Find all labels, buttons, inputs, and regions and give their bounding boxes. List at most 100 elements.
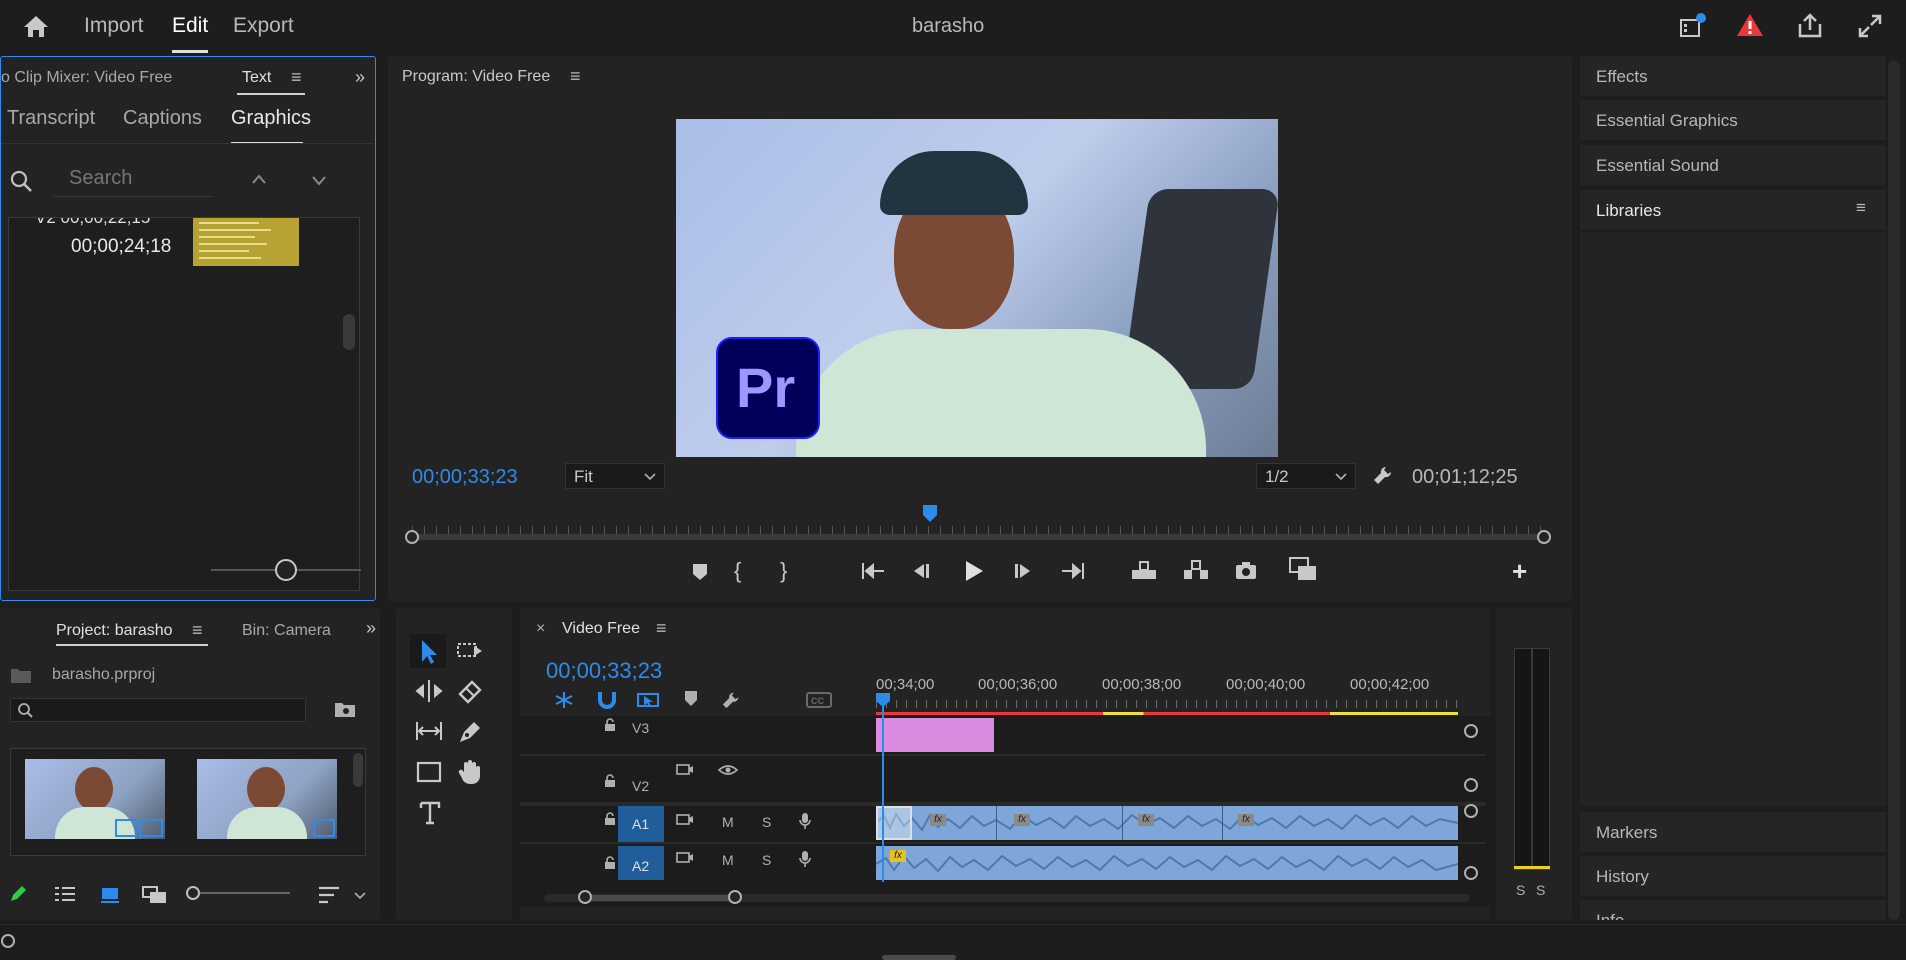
- track-label-v3[interactable]: V3: [632, 720, 649, 736]
- clip-thumbnail[interactable]: [197, 759, 337, 839]
- lift-icon[interactable]: [1130, 558, 1158, 582]
- zoom-slider-handle[interactable]: [275, 559, 297, 581]
- solo-right-button[interactable]: S: [1536, 882, 1545, 898]
- lock-icon[interactable]: [604, 812, 616, 826]
- add-marker-icon[interactable]: [684, 690, 698, 708]
- lock-icon[interactable]: [604, 774, 616, 788]
- slip-tool-icon[interactable]: [414, 718, 444, 744]
- status-icon[interactable]: [0, 933, 16, 949]
- sequence-tab[interactable]: Video Free: [562, 620, 640, 638]
- panel-history[interactable]: History: [1580, 856, 1886, 896]
- ruler-ticks[interactable]: [876, 700, 1458, 708]
- resolution-dropdown[interactable]: 1/2: [1256, 463, 1356, 489]
- warning-icon[interactable]: [1736, 12, 1764, 38]
- tab-edit[interactable]: Edit: [172, 14, 208, 38]
- panel-tab-clip-mixer[interactable]: o Clip Mixer: Video Free: [1, 69, 172, 87]
- captions-icon[interactable]: CC: [806, 692, 832, 708]
- list-view-icon[interactable]: [54, 886, 76, 902]
- search-input[interactable]: [53, 161, 213, 197]
- home-icon[interactable]: [22, 14, 50, 38]
- tab-export[interactable]: Export: [233, 14, 294, 38]
- nest-icon[interactable]: [552, 690, 576, 710]
- tab-graphics[interactable]: Graphics: [231, 107, 311, 130]
- fullscreen-icon[interactable]: [1856, 12, 1884, 40]
- hand-tool-icon[interactable]: [456, 758, 484, 786]
- panel-effects[interactable]: Effects: [1580, 56, 1886, 96]
- track-label-v2[interactable]: V2: [632, 778, 649, 794]
- freeform-view-icon[interactable]: [142, 886, 168, 904]
- eye-icon[interactable]: [718, 764, 738, 776]
- mark-out-icon[interactable]: }: [780, 558, 787, 584]
- mute-button[interactable]: M: [722, 814, 734, 830]
- panel-markers[interactable]: Markers: [1580, 812, 1886, 852]
- panel-overflow-icon[interactable]: »: [355, 67, 365, 88]
- graphics-entry-time[interactable]: 00;00;24;18: [71, 236, 171, 258]
- timeline-playhead-marker[interactable]: [875, 692, 891, 708]
- thumbnail-size-handle[interactable]: [186, 886, 200, 900]
- lock-icon[interactable]: [604, 718, 616, 732]
- horizontal-scrollbar[interactable]: [882, 955, 956, 960]
- find-icon[interactable]: [334, 700, 356, 718]
- project-search-input[interactable]: [10, 698, 306, 722]
- razor-tool-icon[interactable]: [456, 678, 484, 704]
- sync-lock-icon[interactable]: [676, 812, 694, 826]
- track-label-a1[interactable]: A1: [618, 806, 664, 842]
- panel-info[interactable]: Info: [1580, 900, 1886, 920]
- panel-overflow-icon[interactable]: »: [366, 618, 376, 639]
- sequence-menu-icon[interactable]: ≡: [656, 618, 667, 639]
- wrench-icon[interactable]: [720, 690, 742, 710]
- scrubber-start-handle[interactable]: [405, 530, 419, 544]
- quick-export-icon[interactable]: [1678, 12, 1708, 40]
- step-back-icon[interactable]: [910, 560, 932, 582]
- track-height-handle[interactable]: [1464, 804, 1478, 818]
- panel-tab-text[interactable]: Text: [242, 69, 271, 87]
- microphone-icon[interactable]: [798, 850, 812, 868]
- scrubber-track[interactable]: [412, 534, 1545, 540]
- solo-left-button[interactable]: S: [1516, 882, 1525, 898]
- timeline-timecode[interactable]: 00;00;33;23: [546, 658, 662, 684]
- rectangle-tool-icon[interactable]: [416, 760, 442, 784]
- icon-view-icon[interactable]: [100, 886, 120, 904]
- program-menu-icon[interactable]: ≡: [570, 66, 581, 87]
- ripple-edit-tool-icon[interactable]: [414, 678, 444, 704]
- tab-captions[interactable]: Captions: [123, 107, 202, 130]
- chevron-down-icon[interactable]: [311, 175, 327, 187]
- go-to-in-icon[interactable]: [860, 560, 886, 582]
- pen-tool-icon[interactable]: [456, 718, 484, 744]
- zoom-start-handle[interactable]: [578, 890, 592, 904]
- extract-icon[interactable]: [1182, 558, 1210, 582]
- project-scrollbar[interactable]: [353, 753, 363, 787]
- lock-icon[interactable]: [604, 856, 616, 870]
- track-height-handle[interactable]: [1464, 724, 1478, 738]
- current-timecode[interactable]: 00;00;33;23: [412, 466, 518, 489]
- solo-button[interactable]: S: [762, 814, 771, 830]
- scrubber-end-handle[interactable]: [1537, 530, 1551, 544]
- track-label-a2[interactable]: A2: [618, 846, 664, 880]
- mute-button[interactable]: M: [722, 852, 734, 868]
- sync-lock-icon[interactable]: [676, 762, 694, 776]
- tab-project[interactable]: Project: barasho: [56, 622, 173, 640]
- audio-clip-a2[interactable]: fx: [876, 846, 1458, 880]
- tab-transcript[interactable]: Transcript: [7, 107, 95, 130]
- add-button-icon[interactable]: +: [1512, 556, 1527, 587]
- playhead-marker[interactable]: [922, 504, 938, 524]
- go-to-out-icon[interactable]: [1060, 560, 1086, 582]
- zoom-end-handle[interactable]: [728, 890, 742, 904]
- snap-icon[interactable]: [596, 690, 618, 710]
- play-icon[interactable]: [962, 558, 986, 584]
- right-scrollbar[interactable]: [1888, 60, 1900, 920]
- chevron-up-icon[interactable]: [251, 173, 267, 185]
- clip-thumbnail[interactable]: [25, 759, 165, 839]
- camera-icon[interactable]: [1234, 560, 1258, 580]
- fit-dropdown[interactable]: Fit: [565, 463, 665, 489]
- graphic-clip[interactable]: [876, 718, 994, 752]
- panel-essential-sound[interactable]: Essential Sound: [1580, 145, 1886, 185]
- linked-selection-icon[interactable]: [636, 690, 660, 710]
- sync-lock-icon[interactable]: [676, 850, 694, 864]
- timeline-playhead-line[interactable]: [882, 700, 884, 882]
- type-tool-icon[interactable]: [418, 800, 442, 826]
- tab-import[interactable]: Import: [84, 14, 144, 38]
- chevron-down-icon[interactable]: [354, 892, 366, 900]
- project-menu-icon[interactable]: ≡: [192, 620, 203, 641]
- program-video-frame[interactable]: Pr: [676, 119, 1278, 457]
